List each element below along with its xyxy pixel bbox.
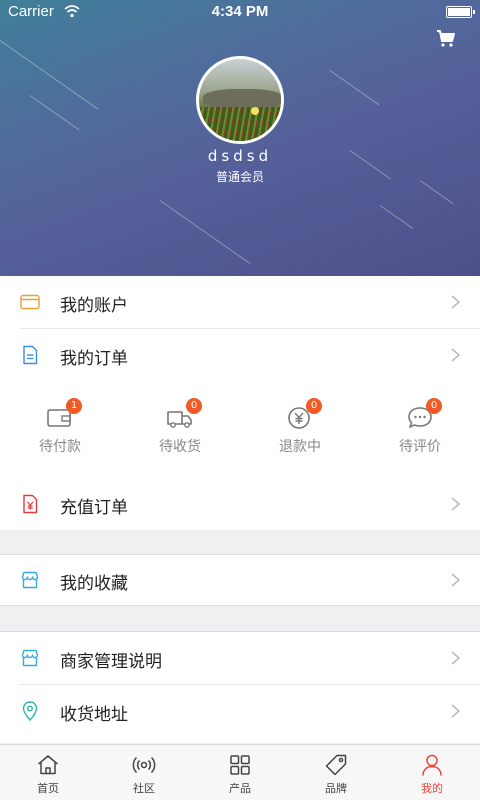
tab-me[interactable]: 我的 <box>384 745 480 800</box>
tag-icon <box>325 754 347 776</box>
merchant-guide-row[interactable]: 商家管理说明 <box>0 632 480 684</box>
pending-delivery-badge: 0 <box>186 398 202 414</box>
order-status-pending-delivery[interactable]: 0 待收货 <box>120 384 240 474</box>
tab-products-label: 产品 <box>229 782 251 795</box>
member-level: 普通会员 <box>215 170 264 184</box>
pending-review-label: 待评价 <box>399 439 441 455</box>
chevron-right-icon <box>451 348 460 362</box>
status-bar: Carrier 4:34 PM <box>0 0 480 26</box>
card-icon <box>20 294 40 310</box>
person-icon <box>422 754 442 776</box>
shipping-address-row[interactable]: 收货地址 <box>0 685 480 737</box>
order-status-pending-payment[interactable]: 1 待付款 <box>0 384 120 474</box>
pending-delivery-label: 待收货 <box>159 439 201 455</box>
shipping-address-label: 收货地址 <box>60 705 128 725</box>
tab-brands[interactable]: 品牌 <box>288 745 384 800</box>
store-icon <box>21 571 39 589</box>
chevron-right-icon <box>451 497 460 511</box>
chevron-right-icon <box>451 295 460 309</box>
recharge-orders-label: 充值订单 <box>60 498 128 518</box>
pending-payment-badge: 1 <box>66 398 82 414</box>
pending-payment-label: 待付款 <box>39 439 81 455</box>
recharge-document-icon <box>23 494 38 514</box>
tab-community[interactable]: 社区 <box>96 745 192 800</box>
username: dsdsd <box>207 147 273 165</box>
order-status-bar: 1 待付款 0 待收货 0 退款中 0 待评价 <box>0 384 480 474</box>
cart-icon[interactable] <box>436 28 456 48</box>
battery-icon <box>446 6 475 18</box>
grid-icon <box>230 755 250 775</box>
profile-header: Carrier 4:34 PM dsdsd 普通会员 <box>0 0 480 276</box>
my-account-label: 我的账户 <box>60 296 128 316</box>
tab-me-label: 我的 <box>421 782 443 795</box>
chevron-right-icon <box>451 573 460 587</box>
my-orders-label: 我的订单 <box>60 349 128 369</box>
tab-home-label: 首页 <box>37 782 59 795</box>
tab-brands-label: 品牌 <box>325 782 347 795</box>
bottom-tab-bar: 首页 社区 产品 品牌 我的 <box>0 744 480 800</box>
location-pin-icon <box>22 701 38 721</box>
document-icon <box>23 345 38 365</box>
chevron-right-icon <box>451 704 460 718</box>
refunding-badge: 0 <box>306 398 322 414</box>
order-status-pending-review[interactable]: 0 待评价 <box>360 384 480 474</box>
order-status-refunding[interactable]: 0 退款中 <box>240 384 360 474</box>
pending-review-badge: 0 <box>426 398 442 414</box>
home-icon <box>38 755 58 775</box>
store-icon <box>21 649 39 667</box>
my-orders-row[interactable]: 我的订单 <box>0 329 480 381</box>
my-favorites-label: 我的收藏 <box>60 574 128 594</box>
my-account-row[interactable]: 我的账户 <box>0 276 480 328</box>
refunding-label: 退款中 <box>279 439 321 455</box>
chevron-right-icon <box>451 651 460 665</box>
recharge-orders-row[interactable]: 充值订单 <box>0 478 480 530</box>
tab-community-label: 社区 <box>133 782 155 795</box>
clock: 4:34 PM <box>211 3 269 20</box>
broadcast-icon <box>132 756 156 774</box>
tab-products[interactable]: 产品 <box>192 745 288 800</box>
my-favorites-row[interactable]: 我的收藏 <box>0 554 480 606</box>
tab-home[interactable]: 首页 <box>0 745 96 800</box>
avatar[interactable] <box>196 56 284 144</box>
merchant-guide-label: 商家管理说明 <box>60 652 162 672</box>
